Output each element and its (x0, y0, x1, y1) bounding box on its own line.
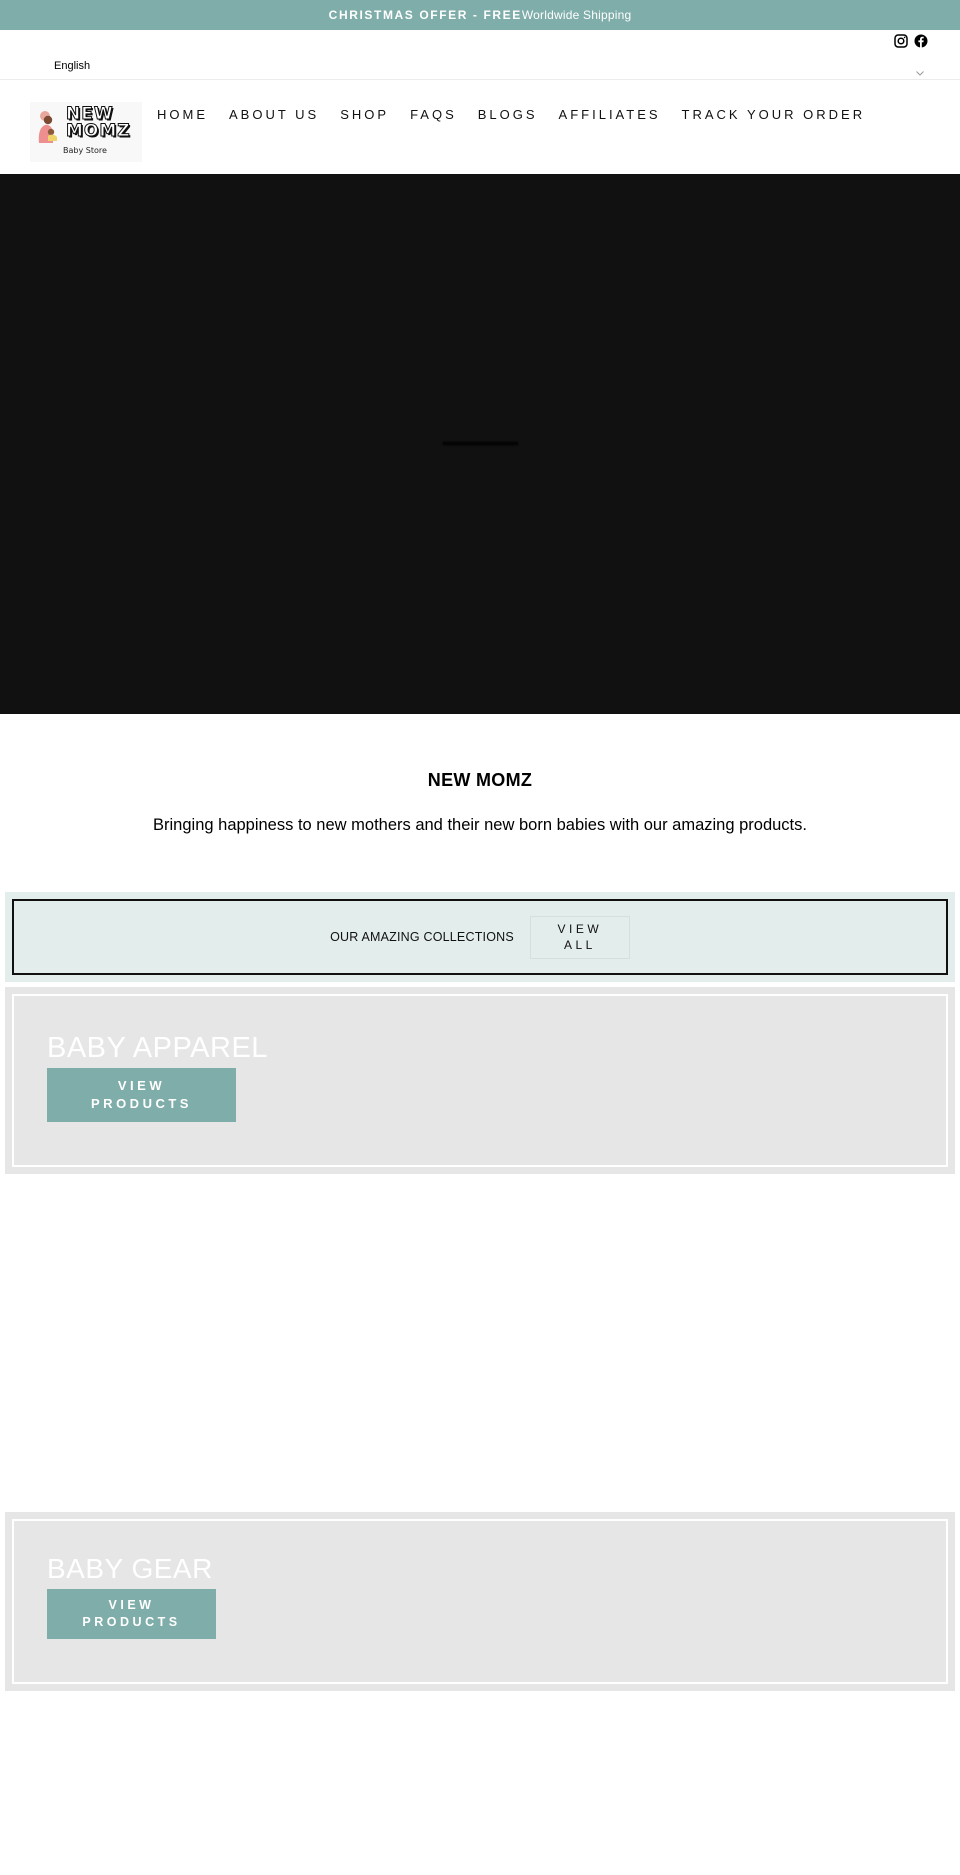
intro-text: Bringing happiness to new mothers and th… (153, 816, 807, 834)
collection-card-frame: BABY GEAR VIEW PRODUCTS (12, 1519, 948, 1684)
chevron-down-icon[interactable] (916, 64, 924, 76)
button-line1: VIEW (117, 1078, 166, 1093)
button-line2: PRODUCTS (91, 1096, 192, 1111)
button-line1: VIEW (108, 1598, 155, 1612)
hero-video[interactable] (0, 174, 960, 714)
nav-faqs[interactable]: FAQS (410, 107, 457, 122)
view-all-line1: VIEW (557, 922, 603, 936)
logo-title: NEW MOMZ (66, 105, 131, 141)
collection-title: BABY APPAREL (47, 1032, 268, 1064)
view-products-button[interactable]: VIEW PRODUCTS (47, 1589, 216, 1639)
nav-about-us[interactable]: ABOUT US (229, 107, 319, 122)
logo-subtitle: Baby Store (63, 146, 107, 155)
announcement-shipping: Worldwide Shipping (521, 8, 632, 22)
facebook-icon[interactable] (914, 34, 928, 48)
language-select[interactable]: English (54, 60, 90, 72)
nav-home[interactable]: HOME (157, 107, 208, 122)
collection-card-baby-apparel[interactable]: BABY APPAREL VIEW PRODUCTS (5, 987, 955, 1174)
loading-bar (443, 442, 518, 445)
nav-blogs[interactable]: BLOGS (478, 107, 538, 122)
nav-track-order[interactable]: TRACK YOUR ORDER (682, 107, 866, 122)
collection-title: BABY GEAR (47, 1553, 213, 1584)
view-all-line2: ALL (563, 938, 596, 952)
collections-label: OUR AMAZING COLLECTIONS (330, 930, 514, 944)
announcement-bar: CHRISTMAS OFFER - FREE Worldwide Shipping (0, 0, 960, 30)
button-line2: PRODUCTS (82, 1615, 181, 1629)
collection-card-baby-gear[interactable]: BABY GEAR VIEW PRODUCTS (5, 1512, 955, 1691)
logo-title-line2: MOMZ (66, 121, 131, 141)
announcement-offer: CHRISTMAS OFFER - FREE (328, 8, 522, 22)
collection-card-frame: BABY APPAREL VIEW PRODUCTS (12, 994, 948, 1167)
instagram-icon[interactable] (894, 34, 908, 48)
nav-shop[interactable]: SHOP (340, 107, 389, 122)
view-all-button[interactable]: VIEW ALL (529, 915, 630, 959)
mother-baby-icon (38, 111, 57, 143)
collections-header-inner: OUR AMAZING COLLECTIONS VIEW ALL (12, 899, 948, 975)
social-links (894, 34, 928, 48)
nav-affiliates[interactable]: AFFILIATES (559, 107, 661, 122)
view-products-button[interactable]: VIEW PRODUCTS (47, 1068, 236, 1122)
intro-section: NEW MOMZ Bringing happiness to new mothe… (0, 714, 960, 892)
collections-header: OUR AMAZING COLLECTIONS VIEW ALL (5, 892, 955, 982)
site-header: NEW MOMZ Baby Store HOME ABOUT US SHOP F… (0, 80, 960, 174)
intro-title: NEW MOMZ (427, 770, 533, 790)
utility-bar: English (0, 30, 960, 80)
logo[interactable]: NEW MOMZ Baby Store (30, 102, 142, 162)
main-nav: HOME ABOUT US SHOP FAQS BLOGS AFFILIATES… (157, 107, 886, 122)
